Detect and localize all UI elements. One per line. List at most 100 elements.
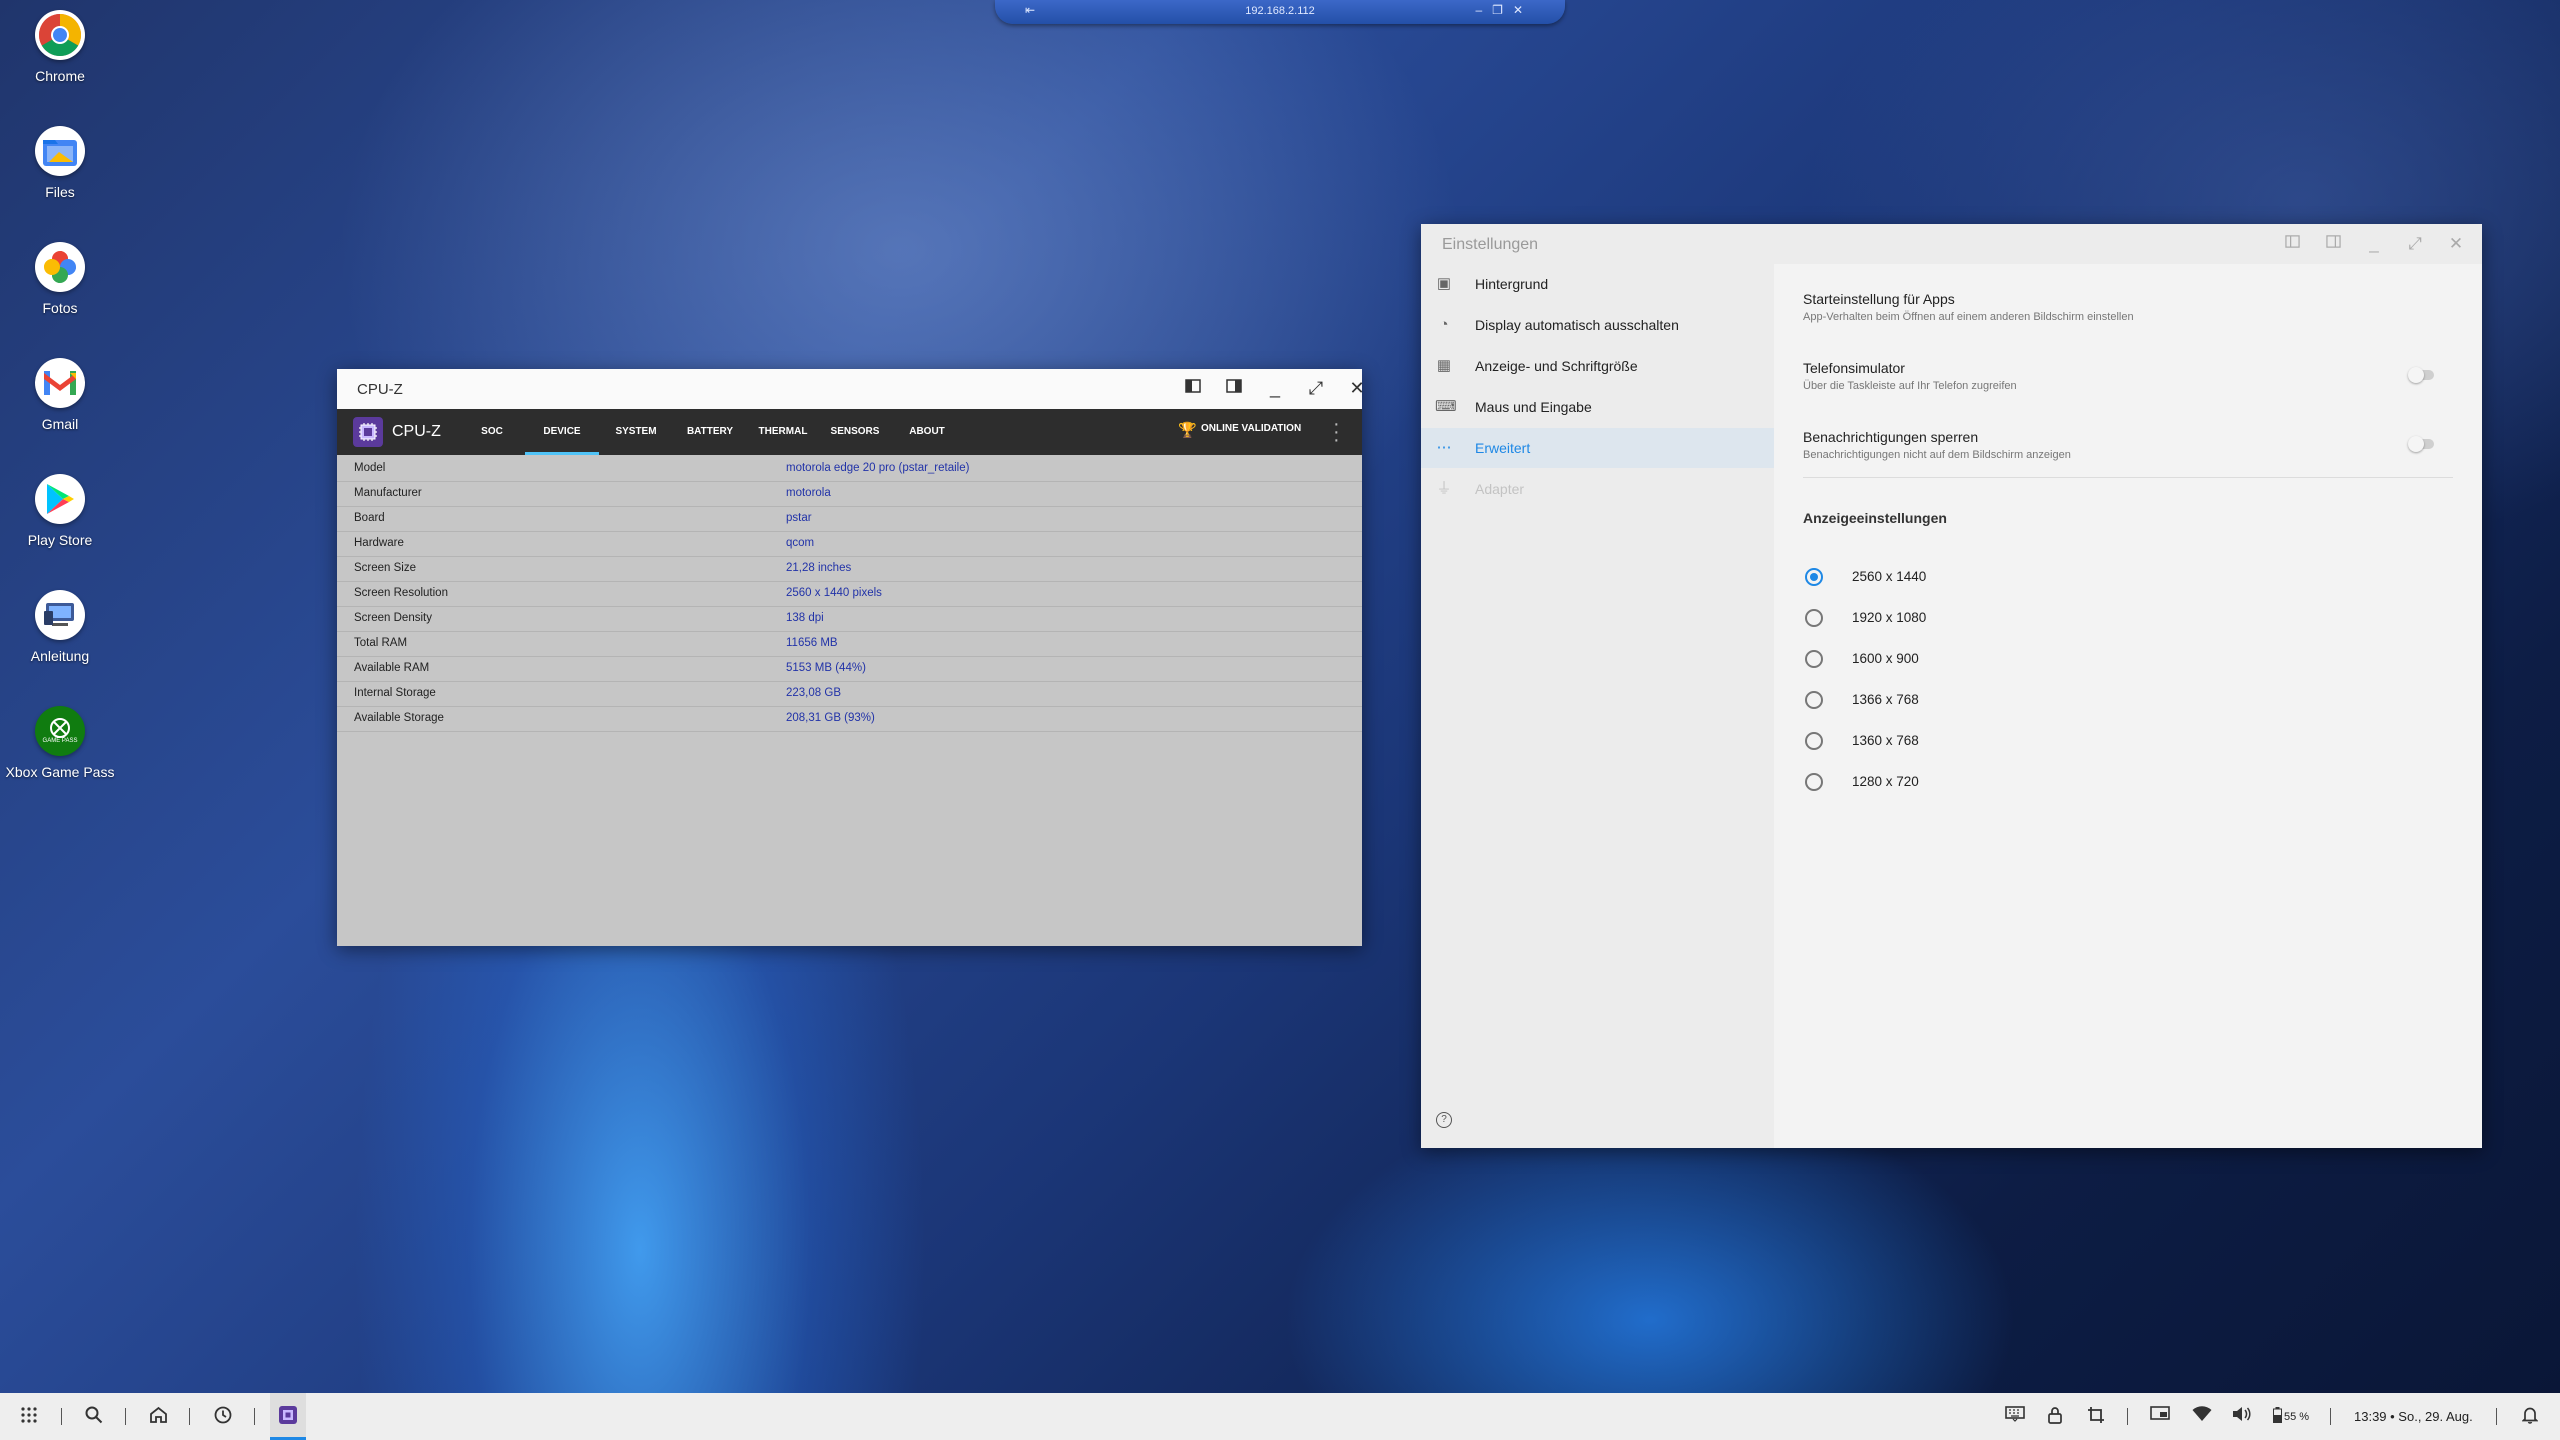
screenshot-crop-icon[interactable]	[2087, 1406, 2105, 1429]
option-block-notifications[interactable]: Benachrichtigungen sperren Benachrichtig…	[1803, 429, 2071, 461]
resolution-label: 1366 x 768	[1852, 692, 1919, 707]
resolution-option[interactable]: 1280 x 720	[1803, 768, 2203, 798]
more-options-icon[interactable]: · · ·	[1333, 414, 1340, 450]
sidebar-item-erweitert[interactable]: ⋯ Erweitert	[1421, 428, 1774, 468]
separator	[254, 1408, 255, 1425]
divider	[1803, 477, 2453, 478]
radio-unchecked[interactable]	[1805, 650, 1823, 668]
sidebar-item-label: Hintergrund	[1475, 276, 1549, 292]
display-settings-heading: Anzeigeeinstellungen	[1803, 510, 1947, 526]
taskbar: 55 % 13:39 • So., 29. Aug.	[0, 1393, 2560, 1440]
remote-connection-bar: ⇤ 192.168.2.112 –❐✕	[995, 0, 1565, 24]
desktop-icon-play-store[interactable]: Play Store	[0, 474, 120, 548]
resolution-option[interactable]: 2560 x 1440	[1803, 563, 2203, 593]
settings-titlebar[interactable]: Einstellungen _ ⤢ ✕	[1421, 224, 2482, 264]
tab-sensors[interactable]: SENSORS	[823, 409, 887, 455]
cast-screen-icon[interactable]	[2150, 1406, 2170, 1427]
gmail-icon	[35, 358, 85, 408]
maximize-icon[interactable]: ⤢	[1296, 378, 1336, 400]
search-icon[interactable]	[85, 1406, 103, 1429]
table-row: Available RAM 5153 MB (44%)	[337, 657, 1362, 682]
wifi-icon[interactable]	[2192, 1406, 2212, 1427]
online-validation-button[interactable]: ONLINE VALIDATION	[1201, 423, 1301, 434]
close-icon[interactable]: ✕	[1337, 378, 1377, 400]
tab-about[interactable]: ABOUT	[899, 409, 955, 455]
resolution-label: 1280 x 720	[1852, 774, 1919, 789]
split-left-icon[interactable]	[1173, 378, 1213, 400]
desktop-icon-files[interactable]: Files	[0, 126, 120, 200]
sidebar-item-mouse-input[interactable]: ⌨ Maus und Eingabe	[1421, 387, 1774, 427]
sidebar-item-hintergrund[interactable]: ▣ Hintergrund	[1421, 264, 1774, 304]
remote-window-controls[interactable]: –❐✕	[1475, 3, 1533, 17]
minimize-icon[interactable]: _	[1255, 378, 1295, 400]
row-key: Hardware	[354, 537, 404, 549]
cpuz-logo-icon	[353, 417, 383, 447]
volume-icon[interactable]	[2232, 1406, 2252, 1427]
resolution-option[interactable]: 1366 x 768	[1803, 686, 2203, 716]
row-key: Total RAM	[354, 637, 408, 649]
sidebar-item-label: Adapter	[1475, 481, 1525, 497]
recents-clock-icon[interactable]	[214, 1406, 232, 1429]
app-drawer-icon[interactable]	[20, 1406, 38, 1429]
radio-unchecked[interactable]	[1805, 773, 1823, 791]
split-right-icon[interactable]	[1214, 378, 1254, 400]
separator	[61, 1408, 62, 1425]
close-icon[interactable]: ✕	[2436, 234, 2476, 254]
desktop-icon-anleitung[interactable]: Anleitung	[0, 590, 120, 664]
block-notifications-toggle[interactable]	[2408, 436, 2434, 452]
files-icon	[35, 126, 85, 176]
home-icon[interactable]	[149, 1406, 168, 1429]
tab-thermal[interactable]: THERMAL	[751, 409, 815, 455]
split-right-icon[interactable]	[2313, 234, 2353, 254]
radio-unchecked[interactable]	[1805, 691, 1823, 709]
window-title: Einstellungen	[1442, 236, 1539, 253]
trophy-icon[interactable]: 🏆	[1178, 421, 1197, 439]
radio-unchecked[interactable]	[1805, 732, 1823, 750]
radio-unchecked[interactable]	[1805, 609, 1823, 627]
row-key: Screen Density	[354, 612, 432, 624]
maximize-icon[interactable]: ⤢	[2395, 234, 2435, 254]
desktop-icon-xbox-game-pass[interactable]: GAME PASS Xbox Game Pass	[0, 706, 120, 780]
table-row: Model motorola edge 20 pro (pstar_retaile…	[337, 457, 1362, 482]
separator	[2127, 1408, 2128, 1425]
sidebar-item-label: Maus und Eingabe	[1475, 399, 1592, 415]
desktop-icon-gmail[interactable]: Gmail	[0, 358, 120, 432]
close-icon[interactable]: ✕	[1513, 3, 1533, 17]
row-value: 223,08 GB	[786, 687, 841, 699]
tab-battery[interactable]: BATTERY	[677, 409, 743, 455]
resolution-option[interactable]: 1600 x 900	[1803, 645, 2203, 675]
notifications-bell-icon[interactable]	[2521, 1406, 2539, 1429]
row-key: Available RAM	[354, 662, 430, 674]
desktop-icon-chrome[interactable]: Chrome	[0, 10, 120, 84]
sidebar-item-display-size[interactable]: ▦ Anzeige- und Schriftgröße	[1421, 346, 1774, 386]
table-row: Hardware qcom	[337, 532, 1362, 557]
sidebar-item-display-timeout[interactable]: ◔ Display automatisch ausschalten	[1421, 305, 1774, 345]
option-phone-simulator[interactable]: Telefonsimulator Über die Taskleiste auf…	[1803, 360, 2017, 392]
split-left-icon[interactable]	[2272, 234, 2312, 254]
tab-system[interactable]: SYSTEM	[605, 409, 667, 455]
photos-icon	[35, 242, 85, 292]
taskbar-app-cpuz[interactable]	[270, 1393, 306, 1440]
sidebar-item-adapter: ⏚ Adapter	[1421, 469, 1774, 509]
desktop-icon-fotos[interactable]: Fotos	[0, 242, 120, 316]
resolution-option[interactable]: 1360 x 768	[1803, 727, 2203, 757]
minimize-icon[interactable]: _	[2354, 234, 2394, 254]
battery-percentage: 55 %	[2284, 1411, 2310, 1423]
row-key: Internal Storage	[354, 687, 436, 699]
tab-soc[interactable]: SOC	[467, 409, 517, 455]
option-app-start[interactable]: Starteinstellung für Apps App-Verhalten …	[1803, 291, 2134, 323]
phone-simulator-toggle[interactable]	[2408, 367, 2434, 383]
restore-icon[interactable]: ❐	[1492, 3, 1513, 17]
lock-icon[interactable]	[2047, 1406, 2063, 1429]
radio-checked[interactable]	[1805, 568, 1823, 586]
clock-date[interactable]: 13:39 • So., 29. Aug.	[2354, 1409, 2473, 1424]
cpuz-titlebar[interactable]: CPU-Z _ ⤢ ✕	[337, 369, 1365, 409]
minimize-icon[interactable]: –	[1475, 3, 1492, 17]
keyboard-icon[interactable]	[2005, 1406, 2025, 1427]
table-row: Total RAM 11656 MB	[337, 632, 1362, 657]
help-icon[interactable]: ?	[1436, 1112, 1452, 1128]
tab-device[interactable]: DEVICE	[525, 409, 599, 455]
table-row: Internal Storage 223,08 GB	[337, 682, 1362, 707]
row-value: 138 dpi	[786, 612, 824, 624]
resolution-option[interactable]: 1920 x 1080	[1803, 604, 2203, 634]
